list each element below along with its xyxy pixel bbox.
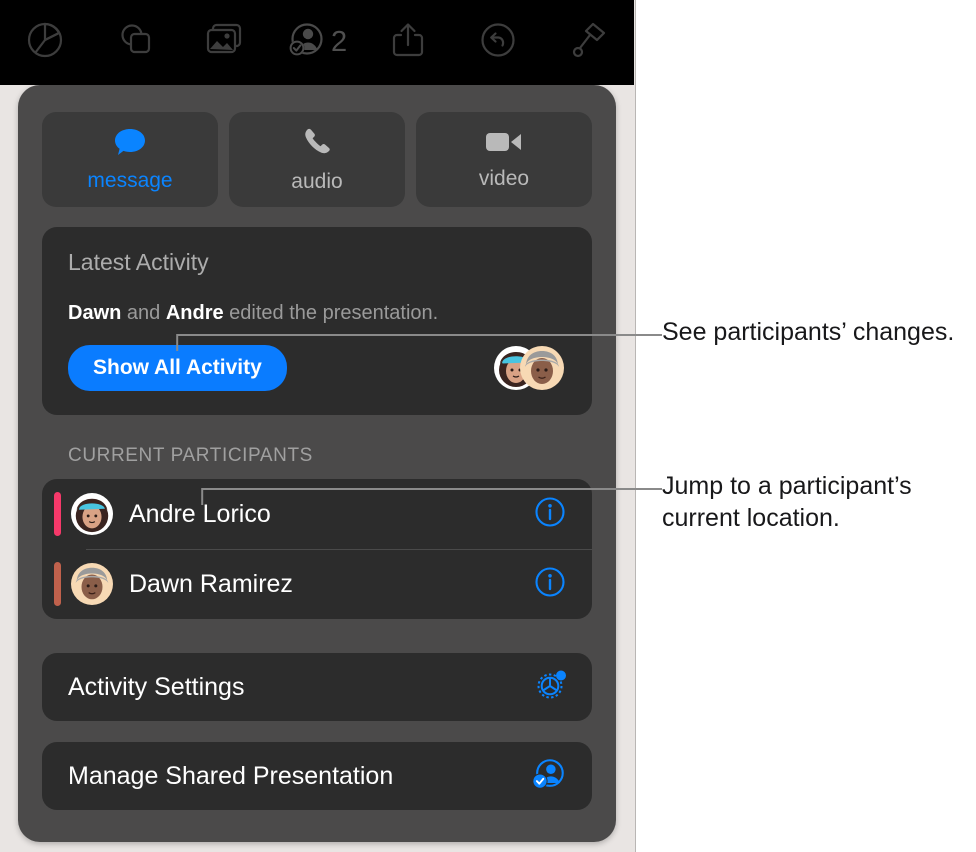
activity-name-1: Dawn: [68, 302, 122, 324]
audio-button-label: audio: [291, 169, 343, 193]
collaborator-count-badge: 2: [330, 26, 348, 58]
activity-settings-row[interactable]: Activity Settings: [42, 653, 592, 721]
leader-line-2: [201, 488, 662, 505]
manage-shared-presentation-label: Manage Shared Presentation: [68, 761, 394, 790]
avatar-dawn: [520, 346, 564, 390]
participant-avatar: [71, 563, 113, 605]
message-button[interactable]: message: [42, 112, 218, 207]
activity-name-2: Andre: [165, 302, 224, 324]
leader-line-1: [176, 334, 662, 351]
participant-color-bar: [54, 562, 61, 606]
manage-shared-presentation-row[interactable]: Manage Shared Presentation: [42, 742, 592, 810]
activity-settings-label: Activity Settings: [68, 672, 245, 701]
message-button-label: message: [87, 168, 173, 192]
callout-see-participants-changes: See participants’ changes.: [662, 318, 955, 346]
shapes-icon: [117, 21, 155, 64]
audio-button[interactable]: audio: [229, 112, 405, 207]
toolbar-button-format[interactable]: [543, 0, 634, 85]
activity-avatar-stack[interactable]: [494, 346, 566, 390]
toolbar-button-share[interactable]: [362, 0, 453, 85]
latest-activity-card: Latest Activity Dawn and Andre edited th…: [42, 227, 592, 415]
toolbar-button-chart[interactable]: [0, 0, 91, 85]
toolbar-button-collaborate[interactable]: 2: [272, 0, 363, 85]
latest-activity-title: Latest Activity: [68, 249, 209, 275]
manage-shared-person-check-icon: [530, 756, 568, 797]
chart-pie-icon: [26, 21, 64, 64]
call-buttons-row: message audio video: [42, 112, 592, 207]
current-participants-header: CURRENT PARTICIPANTS: [68, 445, 313, 466]
collaboration-popover: message audio video Latest Activity Dawn…: [18, 85, 616, 842]
callout-jump-to-location: Jump to a participant’s current location…: [662, 472, 912, 532]
collaborate-person-check-icon: [287, 20, 327, 65]
media-photos-icon: [206, 22, 246, 63]
format-brush-icon: [571, 21, 607, 64]
undo-arrow-icon: [479, 21, 517, 64]
latest-activity-description: Dawn and Andre edited the presentation.: [68, 302, 566, 325]
info-circle-icon[interactable]: [534, 566, 566, 603]
activity-suffix: edited the presentation.: [223, 302, 439, 324]
message-bubble-icon: [113, 127, 147, 162]
video-button[interactable]: video: [416, 112, 592, 207]
toolbar-button-shapes[interactable]: [91, 0, 182, 85]
share-up-arrow-icon: [391, 21, 425, 64]
toolbar-button-undo[interactable]: [453, 0, 544, 85]
participant-avatar: [71, 493, 113, 535]
video-button-label: video: [478, 166, 530, 190]
phone-handset-icon: [301, 126, 333, 163]
participant-color-bar: [54, 492, 61, 536]
screenshot-root: 2 message audio video Latest Activity Da…: [0, 0, 976, 852]
participant-name: Dawn Ramirez: [129, 569, 293, 598]
participant-row-dawn[interactable]: Dawn Ramirez: [42, 549, 592, 619]
activity-conjunction: and: [121, 302, 166, 324]
toolbar-button-media[interactable]: [181, 0, 272, 85]
video-camera-icon: [485, 129, 523, 160]
top-toolbar: 2: [0, 0, 634, 85]
gear-activity-icon: [534, 668, 568, 707]
